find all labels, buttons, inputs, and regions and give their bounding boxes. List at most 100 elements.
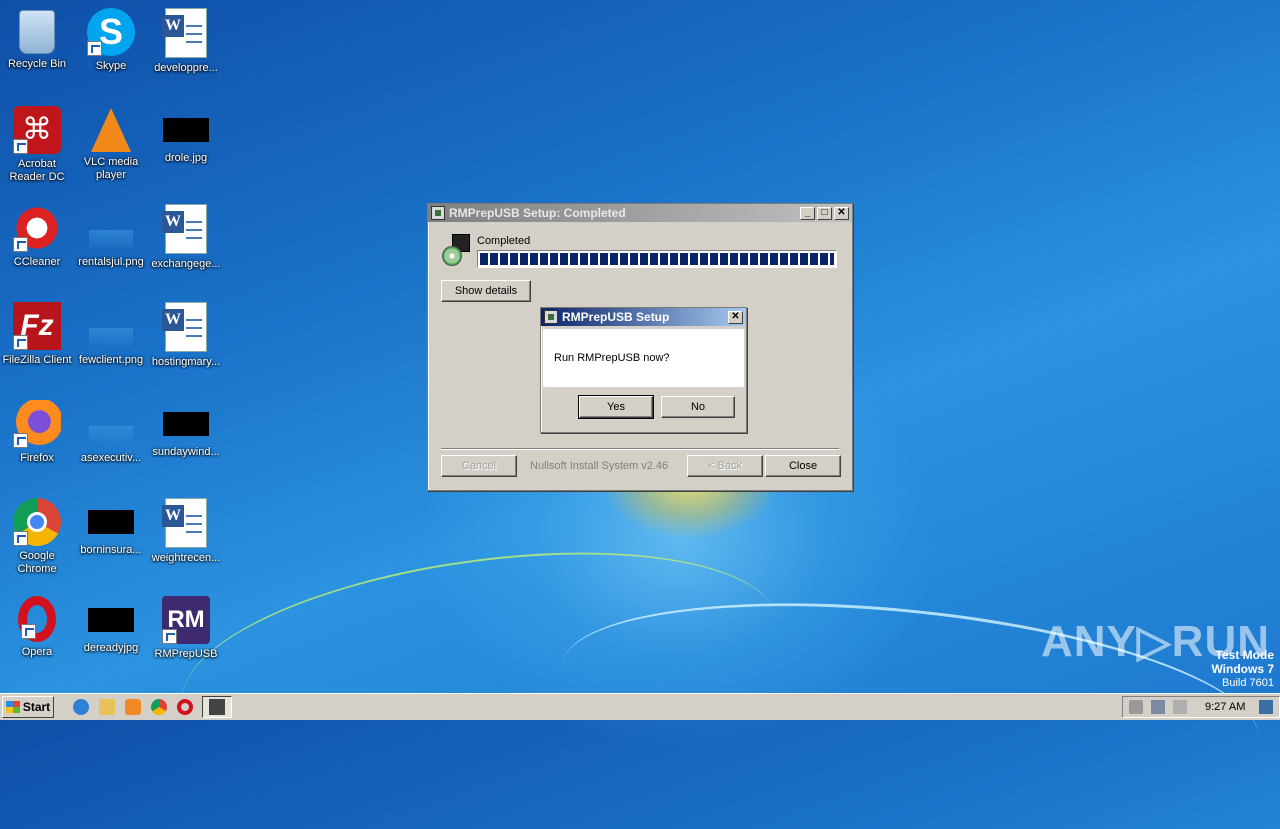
- chrome-icon: [13, 498, 61, 546]
- nsis-branding: Nullsoft Install System v2.46: [530, 460, 669, 472]
- quicklaunch-explorer[interactable]: [94, 696, 120, 718]
- quicklaunch-media-player[interactable]: [120, 696, 146, 718]
- action-center-flag-icon[interactable]: [1173, 700, 1187, 714]
- image-thumbnail-icon: [88, 608, 134, 632]
- image-thumbnail-icon: [88, 510, 134, 534]
- run-now-dialog: RMPrepUSB Setup ✕ Run RMPrepUSB now? Yes…: [540, 307, 747, 433]
- close-window-button[interactable]: ✕: [834, 206, 849, 220]
- desktop-icon-borninsura[interactable]: borninsura...: [74, 492, 148, 578]
- desktop-icon-chrome[interactable]: Google Chrome: [0, 492, 74, 578]
- desktop-icon-label: Opera: [21, 646, 53, 658]
- installer-icon: [209, 699, 225, 715]
- quicklaunch-chrome[interactable]: [146, 696, 172, 718]
- shortcut-arrow-icon: [87, 41, 102, 56]
- taskbar: Start 9:27 AM: [0, 693, 1280, 720]
- cancel-button[interactable]: Cancel: [441, 455, 517, 477]
- recycle-bin-icon: [19, 10, 55, 54]
- desktop-icon-label: weightrecen...: [151, 552, 221, 564]
- test-mode-build: Build 7601: [1222, 677, 1274, 689]
- desktop-icon-label: Google Chrome: [17, 550, 57, 575]
- acrobat-icon: ⌘: [13, 106, 61, 154]
- test-mode-os: Windows 7: [1211, 662, 1274, 676]
- desktop-icon-fewclient[interactable]: fewclient.png: [74, 296, 148, 382]
- desktop-icon-asexecutiv[interactable]: asexecutiv...: [74, 394, 148, 480]
- chrome-icon: [151, 699, 167, 715]
- desktop-icon-rentalsjul[interactable]: rentalsjul.png: [74, 198, 148, 284]
- desktop-icon-developpre[interactable]: W developpre...: [149, 2, 223, 88]
- maximize-button[interactable]: □: [817, 206, 832, 220]
- desktop-icon-label: borninsura...: [80, 544, 142, 556]
- opera-icon: [177, 699, 193, 715]
- desktop-icon-sundaywind[interactable]: sundaywind...: [149, 394, 223, 480]
- show-details-button[interactable]: Show details: [441, 280, 531, 302]
- shortcut-arrow-icon: [162, 629, 177, 644]
- image-thumbnail-icon: [163, 412, 209, 436]
- desktop-icon-vlc[interactable]: VLC media player: [74, 100, 148, 186]
- dialog-message-area: Run RMPrepUSB now?: [543, 329, 744, 387]
- system-tray: 9:27 AM: [1122, 696, 1280, 718]
- shortcut-arrow-icon: [13, 335, 28, 350]
- image-thumbnail-icon: [163, 118, 209, 142]
- firefox-icon: [13, 400, 61, 448]
- word-document-icon: W: [162, 302, 207, 352]
- installer-cd-icon: [442, 234, 470, 266]
- start-label: Start: [22, 700, 51, 714]
- desktop-icon-label: Skype: [95, 60, 127, 72]
- desktop-icon-label: hostingmary...: [151, 356, 221, 368]
- desktop-icon-label: exchangege...: [151, 258, 221, 270]
- desktop-icon-weightrecen[interactable]: W weightrecen...: [149, 492, 223, 578]
- shortcut-arrow-icon: [13, 433, 28, 448]
- yes-button[interactable]: Yes: [578, 395, 654, 419]
- desktop-icon-exchangege[interactable]: W exchangege...: [149, 198, 223, 284]
- word-document-icon: W: [162, 498, 207, 548]
- dialog-message: Run RMPrepUSB now?: [554, 352, 670, 364]
- dialog-titlebar[interactable]: RMPrepUSB Setup ✕: [541, 308, 746, 326]
- taskbar-item-rmprepusb-setup[interactable]: [202, 696, 232, 718]
- image-file-icon: [87, 204, 135, 252]
- status-text: Completed: [477, 235, 531, 247]
- dialog-title: RMPrepUSB Setup: [562, 310, 670, 324]
- desktop-icon-label: Acrobat Reader DC: [9, 158, 65, 183]
- dialog-close-button[interactable]: ✕: [728, 310, 743, 324]
- desktop-icon-firefox[interactable]: Firefox: [0, 394, 74, 480]
- windows-logo-icon: [5, 701, 20, 713]
- desktop-icon-deready[interactable]: dereadyjpg: [74, 590, 148, 676]
- desktop-icon-label: FileZilla Client: [2, 354, 72, 366]
- desktop-icon-ccleaner[interactable]: CCleaner: [0, 198, 74, 284]
- shortcut-arrow-icon: [13, 237, 28, 252]
- shortcut-arrow-icon: [21, 624, 36, 639]
- shortcut-arrow-icon: [13, 139, 28, 154]
- no-button[interactable]: No: [661, 396, 735, 418]
- quicklaunch-opera[interactable]: [172, 696, 198, 718]
- ccleaner-icon: [13, 204, 61, 252]
- separator: [441, 448, 839, 450]
- image-file-icon: [87, 400, 135, 448]
- desktop-icon-label: Recycle Bin: [7, 58, 67, 70]
- minimize-button[interactable]: _: [800, 206, 815, 220]
- close-button[interactable]: Close: [765, 455, 841, 477]
- desktop-icon-acrobat[interactable]: ⌘ Acrobat Reader DC: [0, 100, 74, 186]
- desktop-icon-drole[interactable]: drole.jpg: [149, 100, 223, 186]
- internet-explorer-icon: [73, 699, 89, 715]
- rmprepusb-icon: RM: [162, 596, 210, 644]
- setup-window-titlebar[interactable]: RMPrepUSB Setup: Completed _ □ ✕: [428, 204, 852, 222]
- desktop-icon-recycle-bin[interactable]: Recycle Bin: [0, 2, 74, 88]
- start-button[interactable]: Start: [2, 696, 54, 718]
- desktop-icon-label: developpre...: [154, 62, 218, 74]
- desktop-icon-opera[interactable]: Opera: [0, 590, 74, 676]
- desktop-icon-label: Firefox: [20, 452, 54, 464]
- back-button[interactable]: < Back: [687, 455, 763, 477]
- desktop-icon-skype[interactable]: S Skype: [74, 2, 148, 88]
- show-desktop-icon[interactable]: [1259, 700, 1274, 714]
- quicklaunch-ie[interactable]: [68, 696, 94, 718]
- shortcut-arrow-icon: [13, 531, 28, 546]
- clock[interactable]: 9:27 AM: [1205, 701, 1245, 713]
- test-mode-notice: Test Mode Windows 7 Build 7601: [1211, 648, 1274, 690]
- desktop-icon-filezilla[interactable]: Fz FileZilla Client: [0, 296, 74, 382]
- network-icon[interactable]: [1151, 700, 1165, 714]
- desktop-icon-hostingmary[interactable]: W hostingmary...: [149, 296, 223, 382]
- folder-icon: [99, 699, 115, 715]
- installer-icon: [431, 206, 445, 220]
- desktop-icon-rmprepusb[interactable]: RM RMPrepUSB: [149, 590, 223, 676]
- volume-icon[interactable]: [1129, 700, 1143, 714]
